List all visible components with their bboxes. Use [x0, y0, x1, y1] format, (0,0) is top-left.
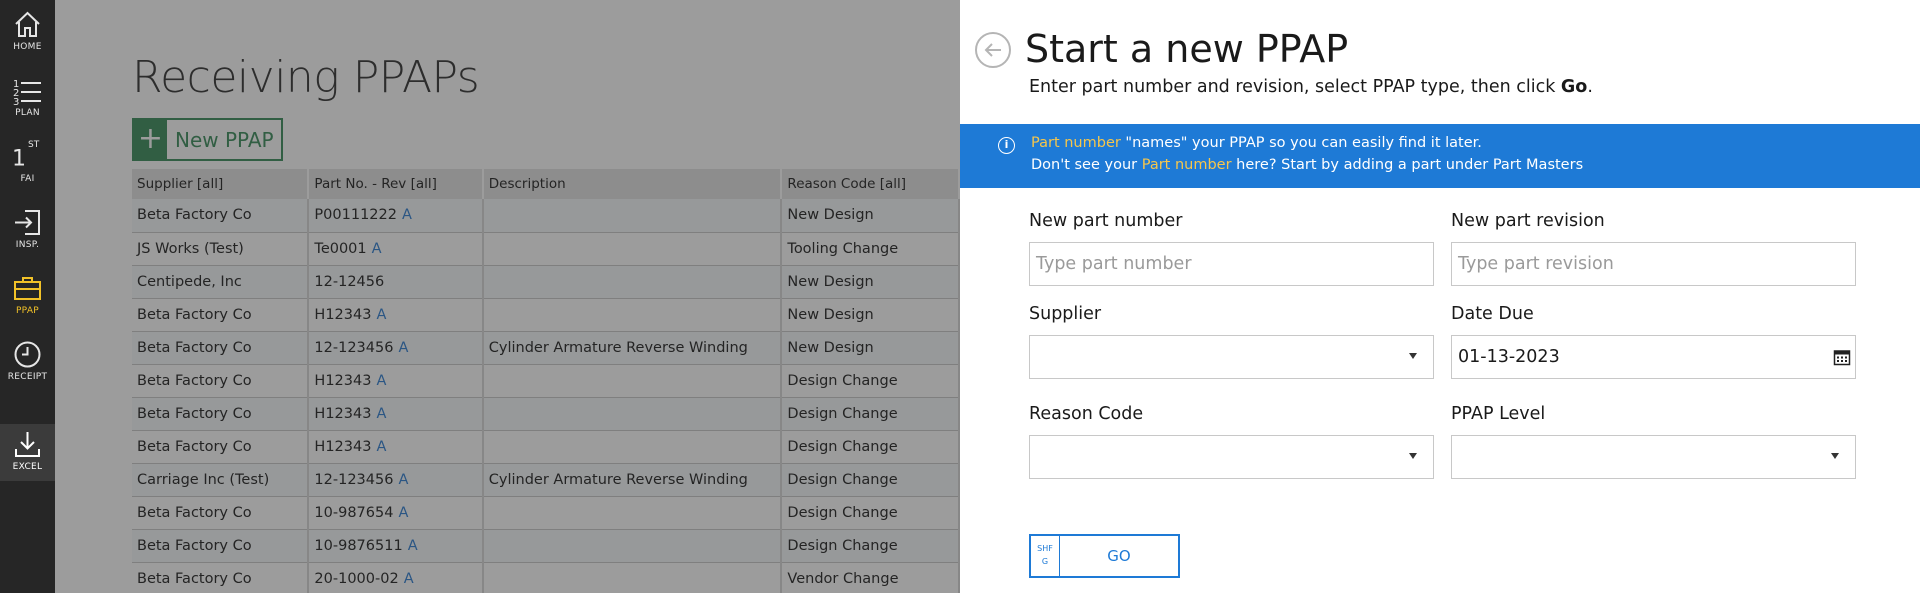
- nav-item-receipt[interactable]: RECEIPT: [0, 330, 55, 396]
- date-due-label: Date Due: [1451, 304, 1534, 324]
- nav-item-home[interactable]: HOME: [0, 0, 55, 66]
- nav-item-plan[interactable]: 123 PLAN: [0, 66, 55, 132]
- ppap-level-select[interactable]: [1451, 435, 1856, 479]
- info-icon: i: [998, 137, 1015, 154]
- go-button-label: GO: [1107, 547, 1131, 565]
- chevron-down-icon: [1409, 453, 1417, 459]
- nav-item-excel[interactable]: EXCEL: [0, 424, 55, 481]
- part-revision-label: New part revision: [1451, 211, 1605, 231]
- date-due-input[interactable]: 01-13-2023: [1451, 335, 1856, 379]
- nav-label-plan: PLAN: [15, 108, 40, 118]
- panel-title: Start a new PPAP: [1025, 27, 1349, 71]
- modal-backdrop[interactable]: [55, 0, 960, 593]
- reason-code-select[interactable]: [1029, 435, 1434, 479]
- chevron-down-icon: [1831, 453, 1839, 459]
- part-number-input[interactable]: Type part number: [1029, 242, 1434, 286]
- new-ppap-panel: Start a new PPAP Enter part number and r…: [960, 0, 1920, 593]
- nav-item-ppap[interactable]: PPAP: [0, 264, 55, 330]
- arrow-left-icon: [984, 43, 1001, 57]
- part-revision-input[interactable]: Type part revision: [1451, 242, 1856, 286]
- nav-item-fai[interactable]: 1ST FAI: [0, 132, 55, 198]
- nav-label-inspection: INSP.: [15, 240, 40, 250]
- list-icon: 123: [13, 79, 41, 105]
- part-number-label: New part number: [1029, 211, 1183, 231]
- briefcase-icon: [14, 277, 41, 300]
- nav-label-receipt: RECEIPT: [7, 372, 48, 382]
- calendar-icon[interactable]: [1833, 348, 1851, 366]
- chevron-down-icon: [1409, 353, 1417, 359]
- panel-subtitle: Enter part number and revision, select P…: [1029, 77, 1593, 97]
- reason-code-label: Reason Code: [1029, 404, 1144, 424]
- inspection-icon: [15, 210, 40, 235]
- date-due-value: 01-13-2023: [1458, 347, 1560, 367]
- supplier-select[interactable]: [1029, 335, 1434, 379]
- svg-text:3: 3: [13, 97, 19, 105]
- clock-icon: [14, 341, 41, 368]
- banner-line-2: Don't see your Part number here? Start b…: [1031, 157, 1584, 173]
- nav-label-excel: EXCEL: [12, 462, 43, 472]
- go-button[interactable]: SHF G GO: [1029, 534, 1180, 578]
- supplier-label: Supplier: [1029, 304, 1102, 324]
- banner-line-1: Part number "names" your PPAP so you can…: [1031, 135, 1482, 151]
- keyboard-shortcut-hint: SHF G: [1031, 536, 1060, 576]
- info-banner: i Part number "names" your PPAP so you c…: [960, 124, 1920, 188]
- download-icon: [15, 432, 40, 457]
- ppap-level-label: PPAP Level: [1451, 404, 1546, 424]
- nav-item-inspection[interactable]: INSP.: [0, 198, 55, 264]
- nav-label-ppap: PPAP: [15, 306, 40, 316]
- nav-label-home: HOME: [13, 42, 42, 52]
- side-navigation: HOME 123 PLAN 1ST FAI INSP. PPAP RECEIPT…: [0, 0, 55, 593]
- nav-label-fai: FAI: [20, 174, 35, 184]
- first-article-icon: 1ST: [12, 140, 40, 172]
- home-icon: [15, 11, 40, 37]
- back-button[interactable]: [975, 32, 1011, 68]
